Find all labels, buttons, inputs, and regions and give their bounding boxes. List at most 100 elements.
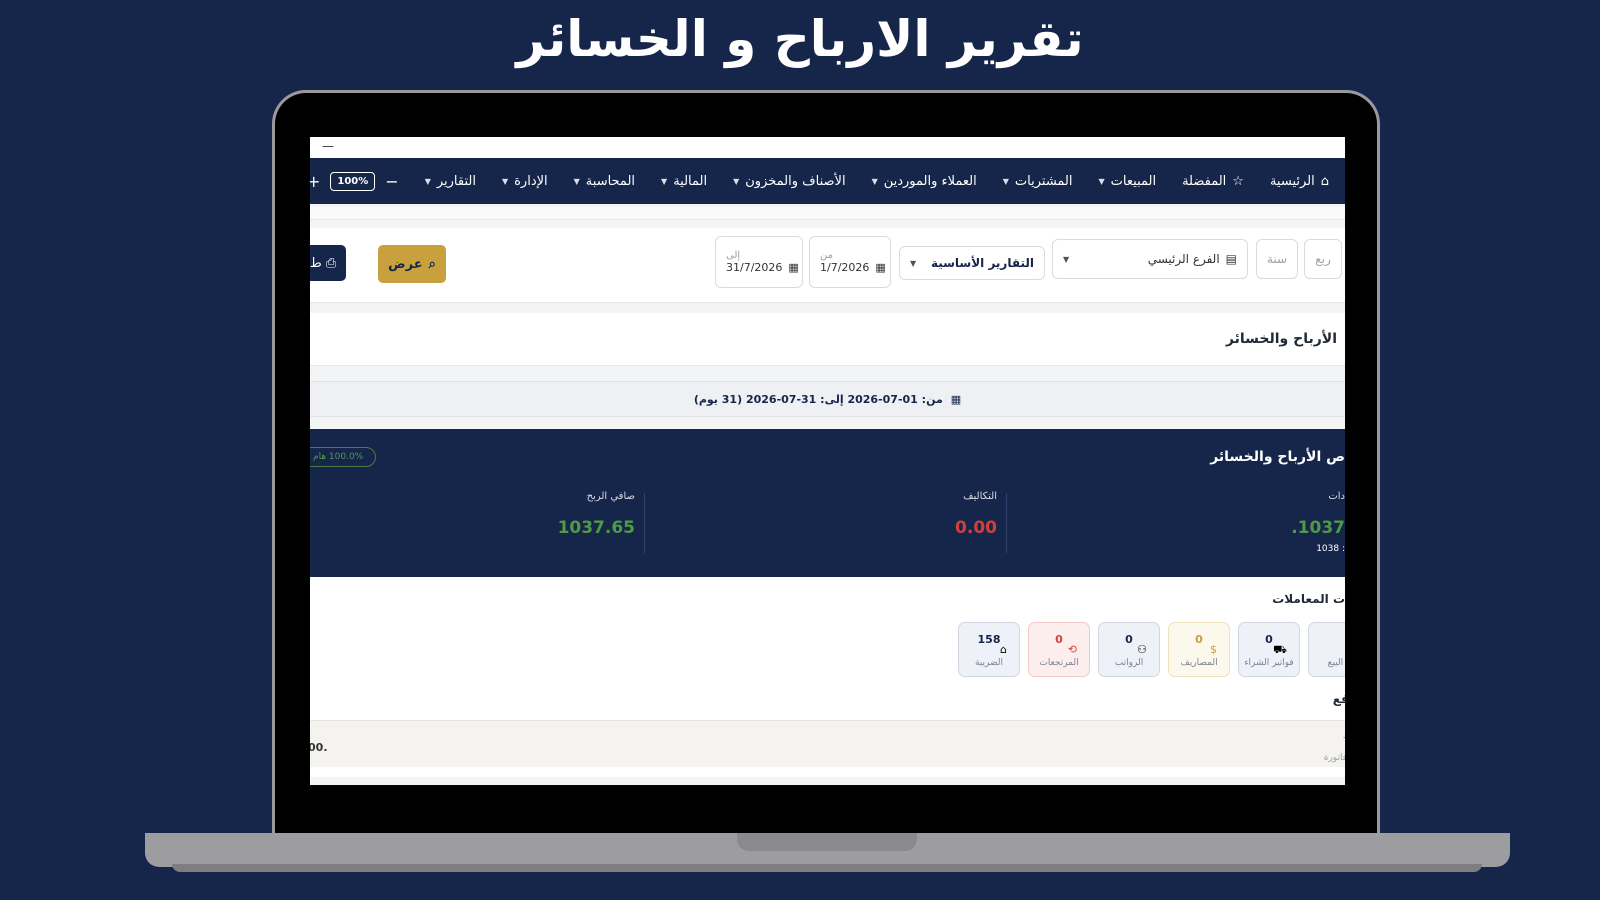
window-titlebar: — [310,137,1345,158]
to-date-field[interactable]: إلى 31/7/2026 ▦ [715,236,803,288]
revenue-subtext: : 1038 [1316,544,1345,554]
nav-purchases[interactable]: المشتريات ▼ [1003,174,1073,189]
laptop-foot [172,864,1482,872]
net-profit-label: صافي الربح [586,491,635,502]
card-label: ر البيع [1327,658,1345,668]
nav-accounting[interactable]: المحاسبة ▼ [574,174,635,189]
zoom-in-button[interactable]: + [310,172,320,191]
nav-customers-suppliers[interactable]: العملاء والموردين ▼ [872,174,977,189]
nav-label: المفضلة [1182,173,1227,189]
chevron-down-icon: ▼ [661,176,668,186]
to-date-wrap: 31/7/2026 ▦ [726,261,799,274]
nav-items-inventory[interactable]: الأصناف والمخزون ▼ [733,174,845,189]
nav-label: المالية [673,173,708,189]
minimize-icon[interactable]: — [322,139,334,153]
card-salaries[interactable]: 0 ⚇ الرواتب [1098,622,1160,677]
nav-home[interactable]: ⌂ الرئيسية [1270,174,1329,189]
quarter-placeholder: ربع [1315,252,1331,266]
transactions-title: ت المعاملات [1272,592,1345,606]
metric-divider [1006,493,1007,553]
users-icon: ⚇ [1137,643,1147,656]
period-bar: ▦ من: 01-07-2026 إلى: 31-07-2026 (31 يوم… [310,381,1345,417]
costs-label: التكاليف [963,491,997,502]
period-text: من: 01-07-2026 إلى: 31-07-2026 (31 يوم) [693,392,943,406]
nav-label: التقارير [436,173,476,189]
card-label: فواتير الشراء [1244,658,1294,668]
to-date-value: 31/7/2026 [726,261,783,274]
calendar-icon: ▦ [875,261,886,274]
revenue-metric: دات 1037. : 1038 [1291,491,1345,554]
from-date-field[interactable]: من 1/7/2026 ▦ [809,236,891,288]
main-navbar: ⌂ الرئيسية ☆ المفضلة المبيعات ▼ المشتريا… [310,158,1345,204]
card-returns[interactable]: 0 ⟲ المرتجعات [1028,622,1090,677]
year-select[interactable]: سنة [1256,239,1298,279]
report-type-select[interactable]: التقارير الأساسية ▼ [899,246,1045,280]
card-value: 0 [1195,633,1203,646]
page-headline: تقرير الارباح و الخسائر [516,10,1084,68]
report-title: الأرباح والخسائر [310,313,1345,366]
store-icon: ▤ [1225,252,1237,266]
print-button-label: ط [310,255,322,271]
card-value: 158 [977,633,1001,646]
report-type-value: التقارير الأساسية [930,256,1034,270]
zoom-out-button[interactable]: − [385,172,398,191]
nav-label: المحاسبة [585,173,636,189]
summary-panel: ص الأرباح والخسائر 100.0% هام دات 1037. … [310,429,1345,577]
card-label: الرواتب [1114,658,1144,668]
nav-administration[interactable]: الإدارة ▼ [502,174,548,189]
transactions-section: ت المعاملات ▤ ر البيع 0 ⛟ فواتير الشراء … [310,577,1345,777]
content-strip [310,207,1345,220]
card-expenses[interactable]: 0 $ المصاريف [1168,622,1230,677]
nav-label: الرئيسية [1269,173,1315,189]
nav-favorites[interactable]: ☆ المفضلة [1182,174,1244,189]
printer-icon: ⎙ [325,255,337,271]
nav-finance[interactable]: المالية ▼ [661,174,707,189]
payment-row-label: د [1342,731,1345,741]
from-date-wrap: 1/7/2026 ▦ [820,261,886,274]
show-button[interactable]: ⌕ عرض [378,245,446,283]
nav-sales[interactable]: المبيعات ▼ [1099,174,1157,189]
payment-title: دفع [1332,692,1345,706]
year-placeholder: سنة [1266,252,1288,266]
calendar-icon: ▦ [788,261,799,274]
card-purchase-invoices[interactable]: 0 ⛟ فواتير الشراء [1238,622,1300,677]
branch-value: الفرع الرئيسي [1147,252,1220,266]
from-label: من [820,250,833,261]
laptop-notch [737,833,917,851]
from-date-value: 1/7/2026 [820,261,870,274]
chevron-down-icon: ▼ [910,258,917,268]
return-icon: ⟲ [1067,643,1077,656]
filter-bar: ربع سنة ▤ الفرع الرئيسي ▼ التقارير الأسا… [310,228,1345,303]
print-button[interactable]: ⎙ ط [310,245,346,281]
net-profit-metric: صافي الربح 1037.65 [558,491,635,538]
revenue-value: 1037. [1291,518,1345,538]
nav-reports[interactable]: التقارير ▼ [425,174,476,189]
card-tax[interactable]: 158 ⌂ الضريبة [958,622,1020,677]
costs-value: 0.00 [955,518,997,538]
search-icon: ⌕ [428,256,436,272]
chevron-down-icon: ▼ [1002,176,1009,186]
card-label: المصاريف [1180,658,1218,668]
card-value: 0 [1055,633,1063,646]
show-button-label: عرض [388,256,423,272]
card-sales-invoices[interactable]: ▤ ر البيع [1308,622,1345,677]
chevron-down-icon: ▼ [733,176,740,186]
bank-icon: ⌂ [1000,643,1007,656]
calendar-icon: ▦ [950,392,962,406]
nav-label: الإدارة [514,173,548,189]
payment-row-sublabel: فاتورة [1323,753,1345,763]
home-icon: ⌂ [1320,173,1329,189]
summary-title: ص الأرباح والخسائر [1210,449,1345,465]
margin-badge: 100.0% هام [310,447,377,467]
quarter-select[interactable]: ربع [1304,239,1342,279]
branch-select[interactable]: ▤ الفرع الرئيسي ▼ [1052,239,1248,279]
card-label: المرتجعات [1039,658,1079,668]
card-value: 0 [1265,633,1273,646]
card-label: الضريبة [974,658,1004,668]
zoom-level[interactable]: 100% [330,171,376,191]
chevron-down-icon: ▼ [501,176,509,186]
chevron-down-icon: ▼ [424,176,431,186]
cart-icon: ⛟ [1273,643,1287,656]
app-screen: — ⌂ الرئيسية ☆ المفضلة المبيعات ▼ المشتر… [310,137,1345,785]
nav-label: المشتريات [1014,173,1073,189]
